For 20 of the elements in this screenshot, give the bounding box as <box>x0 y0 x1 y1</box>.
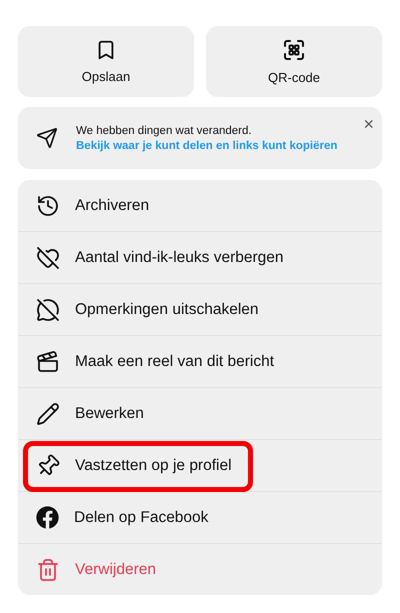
clapperboard-icon <box>36 350 60 374</box>
menu-item[interactable]: Bewerken <box>75 404 144 422</box>
menu-item[interactable]: Aantal vind-ik-leuks verbergen <box>75 248 284 266</box>
send-icon <box>36 127 58 149</box>
notice-text: We hebben dingen wat veranderd. <box>76 124 253 136</box>
menu-item[interactable]: Delen op Facebook <box>74 508 208 526</box>
menu-item[interactable]: Opmerkingen uitschakelen <box>75 300 259 318</box>
heart-off-icon <box>36 246 60 270</box>
pencil-icon <box>36 402 60 426</box>
menu-item[interactable]: Vastzetten op je profiel <box>75 456 232 474</box>
menu-item[interactable]: Maak een reel van dit bericht <box>75 352 274 370</box>
trash-icon <box>36 558 60 582</box>
history-icon <box>36 194 60 218</box>
save-button[interactable]: Opslaan <box>18 26 194 97</box>
qr-scan-icon <box>282 38 306 62</box>
menu-item[interactable]: Archiveren <box>75 196 150 214</box>
comment-off-icon <box>36 298 60 322</box>
qr-code-button[interactable]: QR-code <box>206 26 382 97</box>
close-button[interactable]: × <box>363 115 374 133</box>
facebook-icon <box>36 506 59 529</box>
